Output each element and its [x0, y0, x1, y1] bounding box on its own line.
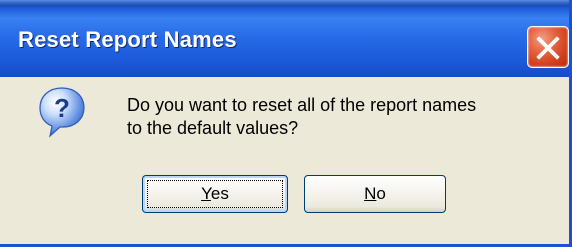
title-bar[interactable]: Reset Report Names	[0, 0, 569, 77]
message-line-2: to the default values?	[127, 118, 299, 138]
title-bar-highlight	[0, 0, 569, 6]
dialog-window: Reset Report Names ? Do you want to rese…	[0, 0, 572, 247]
no-button[interactable]: No	[304, 175, 446, 213]
no-mnemonic: N	[364, 184, 377, 203]
svg-text:?: ?	[54, 93, 70, 123]
dialog-body: ? Do you want to reset all of the report…	[0, 77, 569, 244]
yes-button[interactable]: Yes	[142, 175, 288, 213]
yes-button-label: Yes	[201, 184, 229, 203]
yes-mnemonic: Y	[201, 184, 211, 203]
dialog-message: Do you want to reset all of the report n…	[127, 94, 567, 140]
close-button[interactable]	[527, 26, 569, 68]
no-button-label: No	[364, 184, 386, 203]
dialog-title: Reset Report Names	[18, 27, 237, 52]
yes-label-rest: es	[210, 184, 229, 203]
no-label-rest: o	[376, 184, 386, 203]
message-line-1: Do you want to reset all of the report n…	[127, 95, 477, 115]
question-icon: ?	[39, 87, 85, 138]
close-icon	[536, 36, 560, 60]
